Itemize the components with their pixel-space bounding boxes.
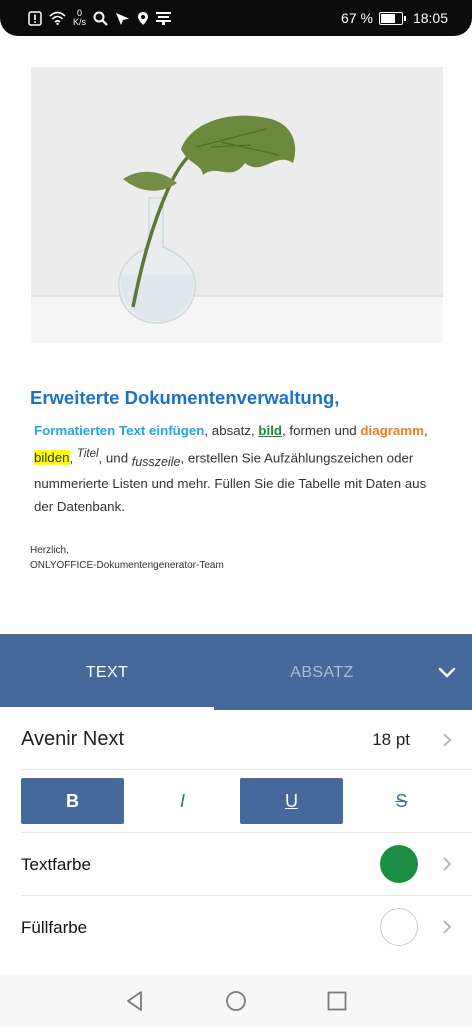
tab-text[interactable]: TEXT [0,664,214,682]
location-icon [138,11,149,25]
status-bar: 0 K/s 67 % 18:05 [0,0,472,36]
font-name: Avenir Next [21,728,125,750]
formatted-text-run: Formatierten Text einfügen [34,423,205,438]
tab-absatz[interactable]: ABSATZ [214,664,430,682]
signature-team: ONLYOFFICE-Dokumentengenerator-Team [30,560,224,571]
chevron-right-icon [443,920,452,934]
status-right: 67 % 18:05 [341,10,448,26]
text-run: , [423,423,428,438]
status-left-icons: 0 K/s [28,8,172,27]
plant-vase-illustration [31,67,443,343]
text-run: , [69,449,77,465]
text-color-swatch[interactable] [380,845,418,883]
fill-color-swatch[interactable] [380,908,418,946]
bold-button[interactable]: B [21,778,124,824]
notification-icon [28,10,42,26]
font-size: 18 pt [372,730,410,749]
system-navigation-bar [0,975,472,1027]
wifi-icon [49,11,66,25]
strikethrough-button[interactable]: S [350,778,453,824]
battery-percent: 67 % [341,10,373,26]
font-row[interactable]: Avenir Next 18 pt [21,710,472,770]
search-icon [93,11,108,26]
text-color-label: Textfarbe [21,855,91,874]
battery-icon [378,11,406,25]
document-heading[interactable]: Erweiterte Dokumentenverwaltung, [30,387,339,409]
signature-greeting: Herzlich, [30,545,69,556]
navigation-icon [116,12,130,25]
superscript-run: Titel [76,447,99,460]
signature[interactable]: Herzlich, ONLYOFFICE-Dokumentengenerator… [30,543,224,573]
text-color-row[interactable]: Textfarbe [21,833,472,896]
network-speed: 0 K/s [73,8,87,27]
chevron-right-icon [443,857,452,871]
fill-color-row[interactable]: Füllfarbe [21,896,472,958]
recents-icon[interactable] [326,990,348,1012]
text-run: , absatz, [204,423,259,438]
text-style-buttons: B I U S [21,770,472,833]
text-settings-panel: Avenir Next 18 pt B I U S Textfarbe Füll… [0,710,472,975]
chevron-down-icon[interactable] [438,664,456,682]
home-icon[interactable] [225,990,247,1012]
plant-vase-image[interactable] [31,67,443,343]
bild-run: bild [258,423,283,438]
text-run: , formen und [282,423,361,438]
text-run: , und [98,449,132,465]
highlighted-run: bilden [34,449,70,465]
subscript-run: fusszeile [131,454,181,469]
menu-icon [156,12,172,25]
clock: 18:05 [412,10,448,26]
underline-button[interactable]: U [240,778,343,824]
fill-color-label: Füllfarbe [21,918,88,937]
document-canvas[interactable]: Erweiterte Dokumentenverwaltung, Formati… [0,36,472,634]
diagramm-run: diagramm [360,423,424,438]
italic-button[interactable]: I [131,778,234,824]
document-paragraph[interactable]: Formatierten Text einfügen, absatz, bild… [34,420,444,518]
back-icon[interactable] [124,990,146,1012]
chevron-right-icon [443,733,452,747]
settings-tabs: TEXT ABSATZ [0,634,472,710]
